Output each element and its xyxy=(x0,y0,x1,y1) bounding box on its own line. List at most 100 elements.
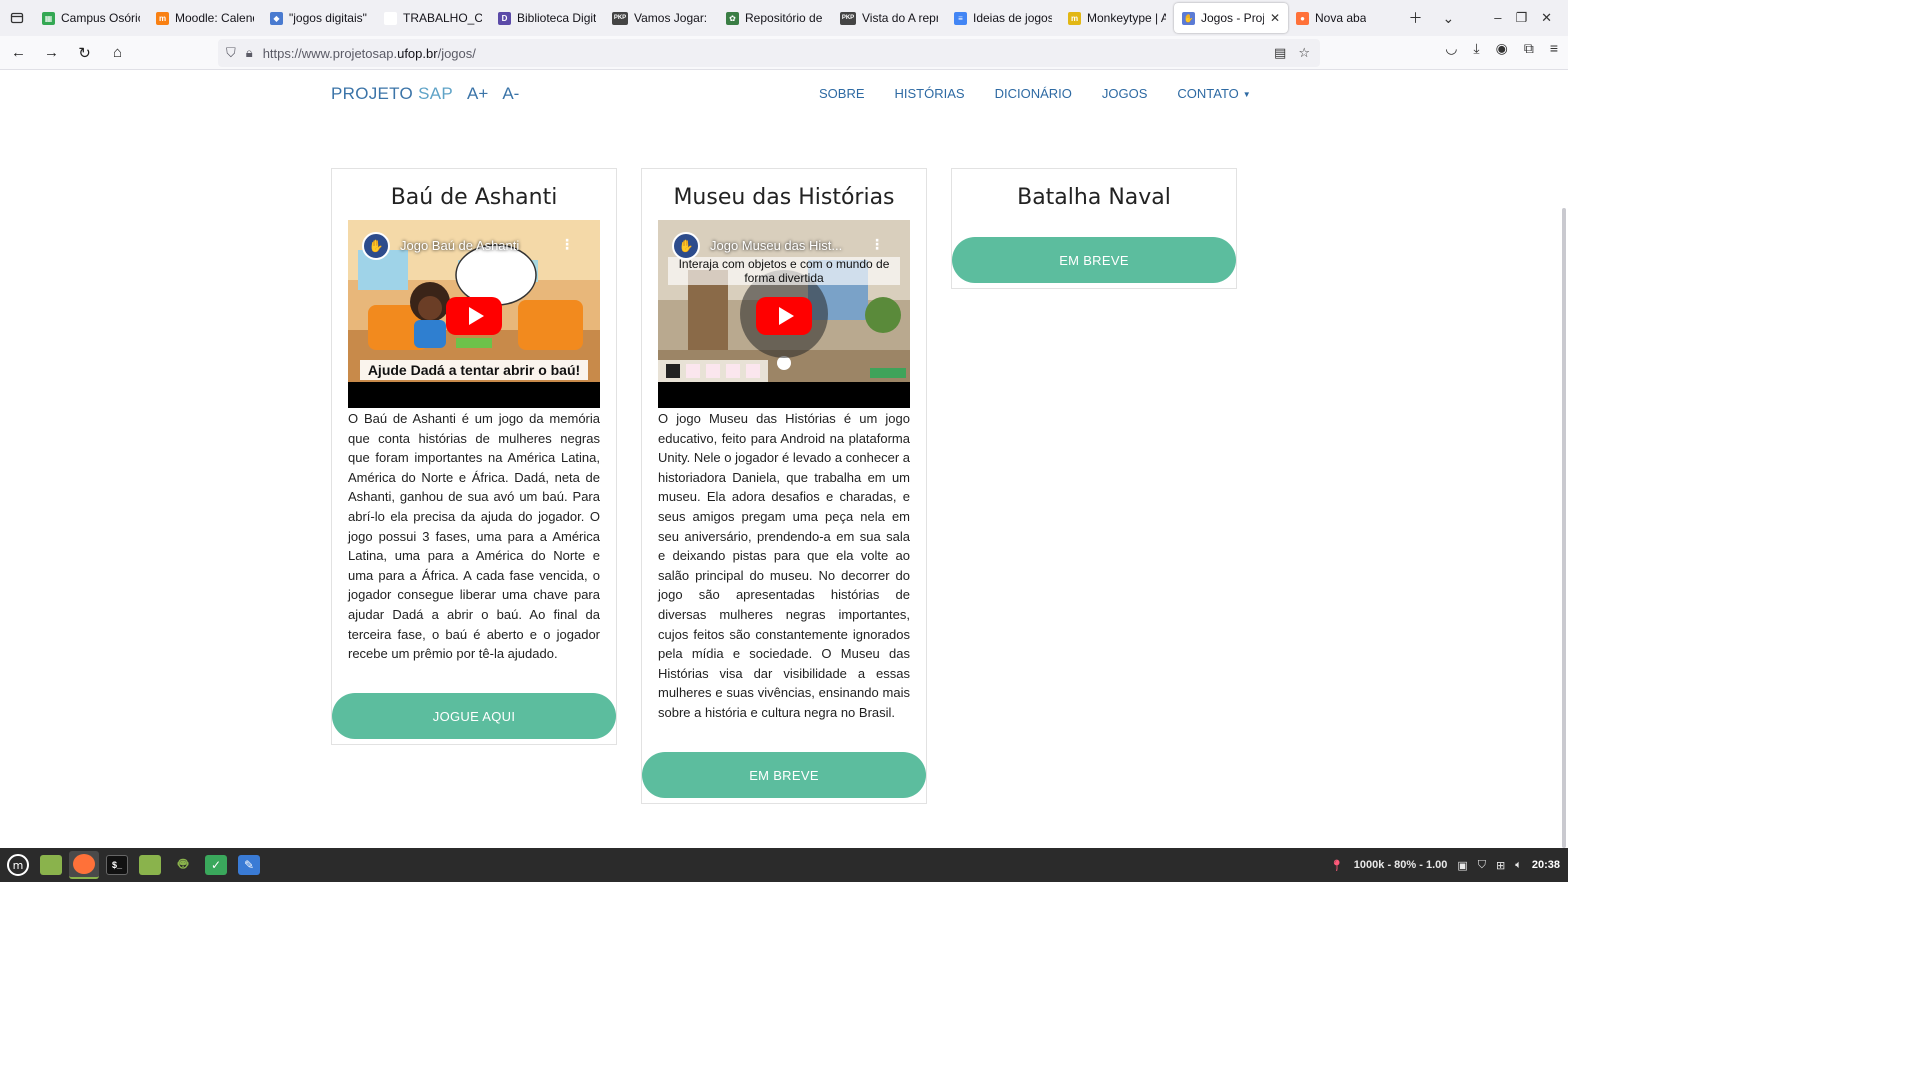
window-controls: – ❐ ✕ xyxy=(1464,10,1568,26)
taskbar-terminal[interactable]: $_ xyxy=(102,851,132,879)
site-brand[interactable]: PROJETO SAP xyxy=(331,84,453,104)
reader-mode-icon[interactable]: ▤ xyxy=(1274,45,1286,61)
video-overlay-text: Interaja com objetos e com o mundo de fo… xyxy=(668,257,900,285)
video-title[interactable]: Jogo Baú de Ashanti xyxy=(400,238,519,253)
browser-tab[interactable]: D Biblioteca Digit xyxy=(490,3,604,33)
tab-favicon-icon: ● xyxy=(1296,11,1309,25)
tab-list-button[interactable] xyxy=(0,0,34,36)
menu-item-contato[interactable]: CONTATO ▼ xyxy=(1177,86,1250,101)
browser-tab[interactable]: m Monkeytype | A xyxy=(1060,3,1174,33)
browser-tab[interactable]: ◆ "jogos digitais" xyxy=(262,3,376,33)
font-decrease-button[interactable]: A- xyxy=(502,84,519,104)
browser-tab[interactable]: ● Nova aba xyxy=(1288,3,1402,33)
pocket-icon[interactable]: ◡ xyxy=(1445,40,1457,57)
video-more-icon[interactable]: ⋮ xyxy=(870,236,884,253)
back-button[interactable]: ← xyxy=(4,39,33,67)
back-arrow-icon: ← xyxy=(11,44,26,61)
extensions-icon[interactable]: ⧉ xyxy=(1524,40,1534,57)
clipboard-icon[interactable]: ▣ xyxy=(1457,859,1467,872)
taskbar-android-studio[interactable]: 🤖︎ xyxy=(168,851,198,879)
browser-tab[interactable]: ✿ Repositório de I xyxy=(718,3,832,33)
firefox-icon xyxy=(73,854,95,874)
menu-item-sobre[interactable]: SOBRE xyxy=(819,86,865,101)
menu-item-jogos[interactable]: JOGOS xyxy=(1102,86,1148,101)
os-taskbar: m $_ 🤖︎ ✓ ✎ 📍︎ 1000k - 80% - 1.00 ▣ ⛉ ⊞ … xyxy=(0,848,1568,882)
network-icon[interactable]: ⊞ xyxy=(1496,859,1505,872)
close-window-icon[interactable]: ✕ xyxy=(1541,10,1552,26)
game-card-museu-das-historias: Museu das Histórias Interaja com objetos… xyxy=(641,168,927,804)
clock[interactable]: 20:38 xyxy=(1532,859,1560,871)
app-menu-icon[interactable]: ≡ xyxy=(1550,40,1558,57)
shield-check-icon: ✓ xyxy=(205,855,227,875)
card-title: Baú de Ashanti xyxy=(390,185,558,210)
tab-strip: ▦ Campus Osório m Moodle: Calend ◆ "jogos dig… xyxy=(0,0,1568,36)
game-card-batalha-naval: Batalha Naval EM BREVE xyxy=(951,168,1237,289)
tab-actions: ＋ ⌄ xyxy=(1408,8,1464,28)
video-title[interactable]: Jogo Museu das Hist... xyxy=(710,238,842,253)
location-pin-icon[interactable]: 📍︎ xyxy=(1330,859,1344,872)
volume-icon[interactable]: 🔈︎ xyxy=(1515,859,1522,872)
forward-button[interactable]: → xyxy=(37,39,66,67)
maximize-icon[interactable]: ❐ xyxy=(1515,10,1527,26)
taskbar-firefox[interactable] xyxy=(69,851,99,879)
play-button[interactable] xyxy=(756,297,812,335)
browser-tab[interactable]: m Moodle: Calend xyxy=(148,3,262,33)
lock-icon[interactable]: 🔒︎ xyxy=(246,45,253,61)
font-increase-button[interactable]: A+ xyxy=(467,84,488,104)
channel-logo-icon[interactable]: ✋ xyxy=(362,232,390,260)
card-description: O Baú de Ashanti é um jogo da memória qu… xyxy=(348,411,600,662)
minimize-icon[interactable]: – xyxy=(1494,10,1501,26)
shield-tray-icon[interactable]: ⛉ xyxy=(1478,859,1486,872)
play-here-button[interactable]: JOGUE AQUI xyxy=(332,693,616,739)
caret-down-icon: ▼ xyxy=(1242,90,1251,100)
downloads-icon[interactable]: ⤓ xyxy=(1473,40,1479,57)
forward-arrow-icon: → xyxy=(44,44,59,61)
shield-icon[interactable]: ⛉ xyxy=(226,45,236,61)
bookmark-star-icon[interactable]: ☆ xyxy=(1298,45,1310,61)
tab-favicon-icon: ≡ xyxy=(954,11,967,25)
reload-button[interactable]: ↻ xyxy=(70,39,99,67)
browser-tab[interactable]: PKP Vista do A repre xyxy=(832,3,946,33)
browser-tab[interactable]: ≡ Ideias de jogos xyxy=(946,3,1060,33)
page-scrollbar[interactable] xyxy=(1562,208,1566,848)
tab-label: Ideias de jogos xyxy=(973,11,1052,25)
coming-soon-button[interactable]: EM BREVE xyxy=(952,237,1236,283)
android-icon: 🤖︎ xyxy=(178,856,188,873)
menu-item-historias[interactable]: HISTÓRIAS xyxy=(895,86,965,101)
video-embed[interactable]: Interaja com objetos e com o mundo de fo… xyxy=(658,220,910,408)
status-readout: 1000k - 80% - 1.00 xyxy=(1353,859,1448,871)
tab-label: Biblioteca Digit xyxy=(517,11,596,25)
url-bar[interactable]: ⛉ 🔒︎ https://www.projetosap.ufop.br/jogo… xyxy=(218,39,1320,67)
coming-soon-button[interactable]: EM BREVE xyxy=(642,752,926,798)
play-button[interactable] xyxy=(446,297,502,335)
tab-overflow-chevron-icon[interactable]: ⌄ xyxy=(1442,10,1454,27)
browser-tab[interactable]: ✋ Jogos - Projet ✕ xyxy=(1174,3,1288,33)
home-button[interactable]: ⌂ xyxy=(103,39,132,67)
video-more-icon[interactable]: ⋮ xyxy=(560,236,574,253)
browser-tab[interactable]: TRABALHO_CO xyxy=(376,3,490,33)
close-tab-icon[interactable]: ✕ xyxy=(1270,11,1280,25)
browser-tab[interactable]: PKP Vamos Jogar: m xyxy=(604,3,718,33)
account-icon[interactable]: ◉ xyxy=(1496,40,1508,57)
mint-logo-icon: m xyxy=(7,854,29,876)
tab-label: Repositório de I xyxy=(745,11,824,25)
system-tray: 📍︎ 1000k - 80% - 1.00 ▣ ⛉ ⊞ 🔈︎ 20:38 xyxy=(1330,859,1568,872)
taskbar-show-desktop[interactable] xyxy=(36,851,66,879)
site-menu: SOBRE HISTÓRIAS DICIONÁRIO JOGOS CONTATO… xyxy=(819,86,1251,101)
video-embed[interactable]: ✋ Jogo Baú de Ashanti ⋮ Ajude Dadá a ten… xyxy=(348,220,600,408)
menu-item-dicionario[interactable]: DICIONÁRIO xyxy=(995,86,1072,101)
taskbar-editor[interactable]: ✎ xyxy=(234,851,264,879)
taskbar-vpn[interactable]: ✓ xyxy=(201,851,231,879)
tab-favicon-icon: ▦ xyxy=(42,11,55,25)
card-description: O jogo Museu das Histórias é um jogo edu… xyxy=(658,411,910,720)
taskbar-files[interactable] xyxy=(135,851,165,879)
nav-toolbar: ← → ↻ ⌂ ⛉ 🔒︎ https://www.projetosap.ufop… xyxy=(0,36,1568,70)
pen-icon: ✎ xyxy=(238,855,260,875)
channel-logo-icon[interactable]: ✋ xyxy=(672,232,700,260)
new-tab-button[interactable]: ＋ xyxy=(1408,8,1422,28)
start-menu-button[interactable]: m xyxy=(3,851,33,879)
browser-tab[interactable]: ▦ Campus Osório xyxy=(34,3,148,33)
svg-text:m: m xyxy=(13,859,24,872)
card-title: Batalha Naval xyxy=(1017,185,1171,210)
tab-label: Vamos Jogar: m xyxy=(634,11,710,25)
